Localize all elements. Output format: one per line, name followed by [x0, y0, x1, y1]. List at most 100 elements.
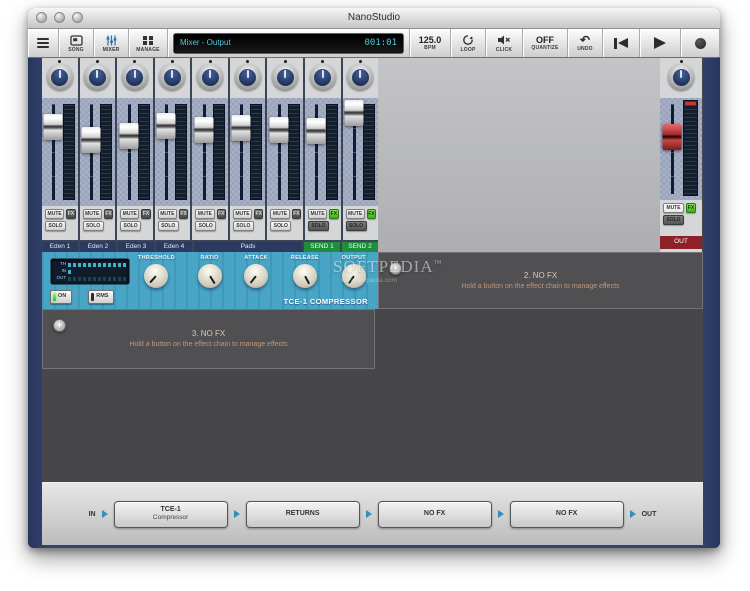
pan-knob[interactable] — [234, 64, 261, 90]
lcd-display[interactable]: Mixer - Output 001:01 — [173, 32, 404, 54]
comp-knob[interactable] — [144, 263, 169, 288]
fx-button[interactable]: FX — [178, 209, 189, 219]
pan-knob[interactable] — [46, 64, 73, 90]
out-pan-knob[interactable] — [668, 64, 694, 90]
mute-button[interactable]: MUTE — [45, 209, 65, 219]
fader-handle[interactable] — [81, 127, 101, 153]
out-pan-knob-zone — [660, 58, 702, 98]
mute-button[interactable]: MUTE — [345, 209, 365, 219]
chain-node-4[interactable]: NO FX — [509, 500, 624, 528]
undo-button[interactable]: ↶ UNDO — [568, 29, 603, 57]
solo-button[interactable]: SOLO — [270, 221, 292, 231]
out-pan-knob-pointer — [680, 69, 682, 78]
button-row: MUTE FX — [232, 209, 264, 219]
fader-handle[interactable] — [43, 114, 63, 140]
channel-buttons: MUTE FX SOLO — [79, 206, 116, 240]
solo-button[interactable]: SOLO — [82, 221, 104, 231]
menu-button[interactable] — [28, 29, 59, 57]
bpm-button[interactable]: 125.0 BPM — [410, 29, 451, 57]
out-solo-button[interactable]: SOLO — [663, 215, 684, 225]
fx-button[interactable]: FX — [141, 209, 151, 219]
out-mute-button[interactable]: MUTE — [663, 203, 684, 213]
fader-handle[interactable] — [306, 118, 326, 144]
out-fader-handle[interactable] — [662, 124, 682, 150]
fx-button[interactable]: FX — [366, 209, 377, 219]
channel-buttons: MUTE FX SOLO — [42, 206, 78, 240]
chain-node-3[interactable]: NO FX — [377, 500, 492, 528]
pan-knob[interactable] — [272, 64, 299, 90]
knob-position-mark — [321, 60, 325, 63]
play-button[interactable] — [640, 29, 681, 57]
record-button[interactable] — [681, 29, 720, 57]
toolbar: SONG MIXER MANAGE Mixer - Output 001:01 … — [28, 29, 720, 58]
fx-button[interactable]: FX — [103, 209, 114, 219]
fader-handle[interactable] — [156, 113, 176, 139]
fader-track[interactable] — [127, 104, 131, 200]
fx-button[interactable]: FX — [329, 209, 339, 219]
fader-handle[interactable] — [231, 115, 251, 141]
mute-button[interactable]: MUTE — [270, 209, 290, 219]
pan-knob[interactable] — [309, 64, 336, 90]
button-row: SOLO — [663, 215, 700, 225]
fader-handle[interactable] — [344, 100, 364, 126]
comp-knob[interactable] — [197, 263, 222, 288]
play-icon — [654, 37, 666, 49]
quantize-button[interactable]: OFF QUANTIZE — [523, 29, 568, 57]
rewind-button[interactable] — [603, 29, 640, 57]
solo-button[interactable]: SOLO — [195, 221, 217, 231]
song-button[interactable]: SONG — [59, 29, 94, 57]
click-button[interactable]: CLICK — [486, 29, 523, 57]
fader-handle[interactable] — [194, 117, 214, 143]
compressor-rms-button[interactable]: RMS — [88, 290, 115, 304]
button-row: SOLO — [45, 221, 76, 231]
comp-knob[interactable] — [341, 263, 366, 288]
knob-position-mark — [283, 60, 287, 63]
button-row: SOLO — [232, 221, 264, 231]
solo-button[interactable]: SOLO — [45, 221, 66, 231]
pan-knob-cap — [351, 68, 369, 86]
compressor-on-button[interactable]: ON — [50, 290, 73, 304]
out-fx-button[interactable]: FX — [686, 203, 696, 213]
mute-button[interactable]: MUTE — [157, 209, 177, 219]
pan-knob[interactable] — [84, 64, 111, 90]
chain-node-2[interactable]: RETURNS — [245, 500, 360, 528]
solo-button[interactable]: SOLO — [345, 221, 367, 231]
pan-knob[interactable] — [159, 64, 186, 90]
fx-button[interactable]: FX — [216, 209, 226, 219]
fx-button[interactable]: FX — [66, 209, 76, 219]
add-effect-icon[interactable]: + — [389, 262, 402, 275]
fader-well — [342, 98, 379, 206]
pan-knob[interactable] — [121, 64, 148, 90]
mute-button[interactable]: MUTE — [120, 209, 140, 219]
fx-slot-2[interactable]: + 2. NO FX Hold a button on the effect c… — [378, 252, 703, 309]
mute-button[interactable]: MUTE — [232, 209, 253, 219]
minimize-button[interactable] — [54, 12, 65, 23]
fader-handle[interactable] — [119, 123, 138, 149]
chain-node-1[interactable]: TCE-1 Compressor — [113, 500, 228, 528]
pan-knob[interactable] — [197, 64, 224, 90]
pan-knob[interactable] — [347, 64, 374, 90]
pan-knob-zone — [79, 58, 116, 98]
fx-slot-3[interactable]: + 3. NO FX Hold a button on the effect c… — [42, 309, 375, 369]
solo-button[interactable]: SOLO — [232, 221, 254, 231]
rms-led — [91, 293, 95, 301]
fx-button[interactable]: FX — [254, 209, 264, 219]
close-button[interactable] — [36, 12, 47, 23]
comp-knob[interactable] — [244, 263, 269, 288]
channel-label: Pads — [194, 242, 302, 252]
mute-button[interactable]: MUTE — [195, 209, 215, 219]
mixer-button[interactable]: MIXER — [94, 29, 129, 57]
zoom-button[interactable] — [72, 12, 83, 23]
mute-button[interactable]: MUTE — [82, 209, 102, 219]
solo-button[interactable]: SOLO — [307, 221, 329, 231]
fader-handle[interactable] — [269, 117, 289, 143]
solo-button[interactable]: SOLO — [157, 221, 179, 231]
pan-knob-zone — [117, 58, 153, 98]
manage-button[interactable]: MANAGE — [129, 29, 168, 57]
mute-button[interactable]: MUTE — [307, 209, 328, 219]
comp-knob[interactable] — [292, 263, 317, 288]
loop-button[interactable]: LOOP — [451, 29, 486, 57]
fx-button[interactable]: FX — [291, 209, 301, 219]
solo-button[interactable]: SOLO — [120, 221, 142, 231]
add-effect-icon[interactable]: + — [53, 319, 66, 332]
